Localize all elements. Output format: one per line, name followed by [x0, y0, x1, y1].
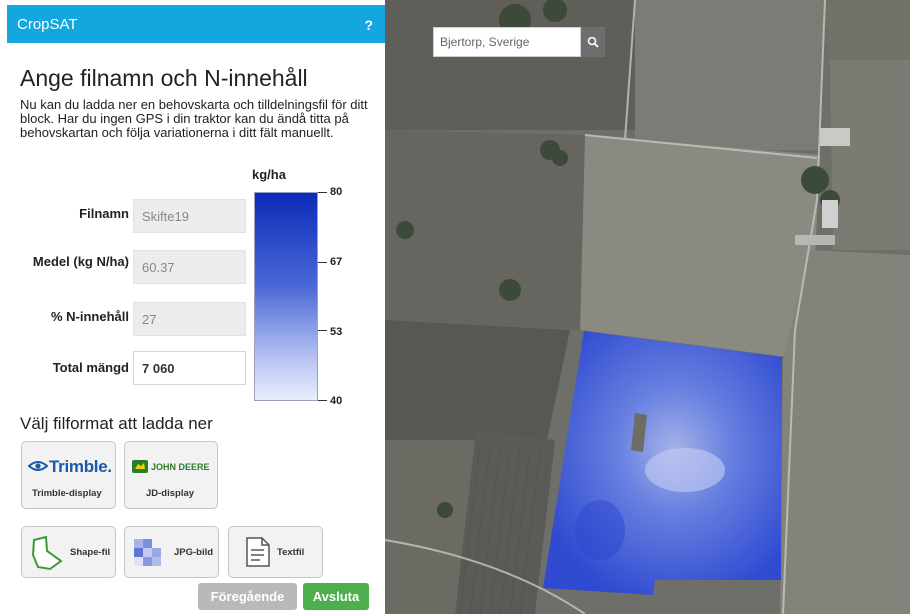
- jd-button[interactable]: JOHN DEERE JD-display: [124, 441, 218, 509]
- format-heading: Välj filformat att ladda ner: [20, 414, 213, 433]
- trimble-label: Trimble-display: [32, 488, 102, 499]
- total-label: Total mängd: [52, 360, 129, 375]
- previous-button[interactable]: Föregående: [198, 583, 297, 610]
- legend-unit: kg/ha: [252, 167, 286, 182]
- export-panel: CropSAT ? Ange filnamn och N-innehåll Nu…: [0, 0, 385, 614]
- mean-field: 60.37: [133, 250, 246, 284]
- intro-text: Nu kan du ladda ner en behovskarta och t…: [20, 97, 368, 140]
- text-button[interactable]: Textfil: [228, 526, 323, 578]
- shape-button[interactable]: Shape-fil: [21, 526, 116, 578]
- legend-tick-label: 40: [330, 395, 343, 407]
- shape-label: Shape-fil: [70, 547, 111, 558]
- trimble-logo-text: Trimble.: [49, 457, 112, 476]
- total-field: 7 060: [133, 351, 246, 385]
- document-icon: [246, 537, 270, 567]
- jd-label: JD-display: [146, 488, 195, 499]
- trimble-logo-icon: [28, 461, 48, 471]
- legend-tick: [318, 262, 327, 263]
- polygon-icon: [31, 535, 63, 571]
- legend-tick: [318, 400, 327, 401]
- filename-field[interactable]: Skifte19: [133, 199, 246, 233]
- n-content-label: % N-innehåll: [50, 309, 129, 324]
- filename-label: Filnamn: [79, 206, 129, 221]
- location-search-input[interactable]: [433, 27, 581, 57]
- finish-button[interactable]: Avsluta: [303, 583, 369, 610]
- legend-colorbar: [254, 192, 318, 401]
- help-icon[interactable]: ?: [364, 17, 373, 33]
- app-titlebar: CropSAT ?: [7, 5, 385, 43]
- legend-tick-label: 67: [330, 256, 343, 268]
- field-overlay: [543, 331, 782, 595]
- page-title: Ange filnamn och N-innehåll: [20, 65, 308, 91]
- deer-logo-icon: [132, 460, 148, 473]
- satellite-map[interactable]: [385, 0, 910, 614]
- legend-tick: [318, 330, 327, 331]
- mean-label: Medel (kg N/ha): [32, 254, 129, 269]
- app-title: CropSAT: [17, 16, 78, 33]
- legend-tick-label: 53: [330, 326, 343, 338]
- jd-logo-text: JOHN DEERE: [151, 462, 210, 472]
- jpg-label: JPG-bild: [174, 547, 214, 558]
- magnifier-icon: [587, 36, 599, 48]
- text-label: Textfil: [277, 547, 305, 558]
- jpg-button[interactable]: JPG-bild: [124, 526, 219, 578]
- image-icon: [134, 539, 161, 566]
- trimble-button[interactable]: Trimble. Trimble-display: [21, 441, 116, 509]
- search-button[interactable]: [581, 27, 605, 57]
- legend-tick-label: 80: [330, 186, 343, 198]
- n-content-field[interactable]: 27: [133, 302, 246, 336]
- legend-tick: [318, 192, 327, 193]
